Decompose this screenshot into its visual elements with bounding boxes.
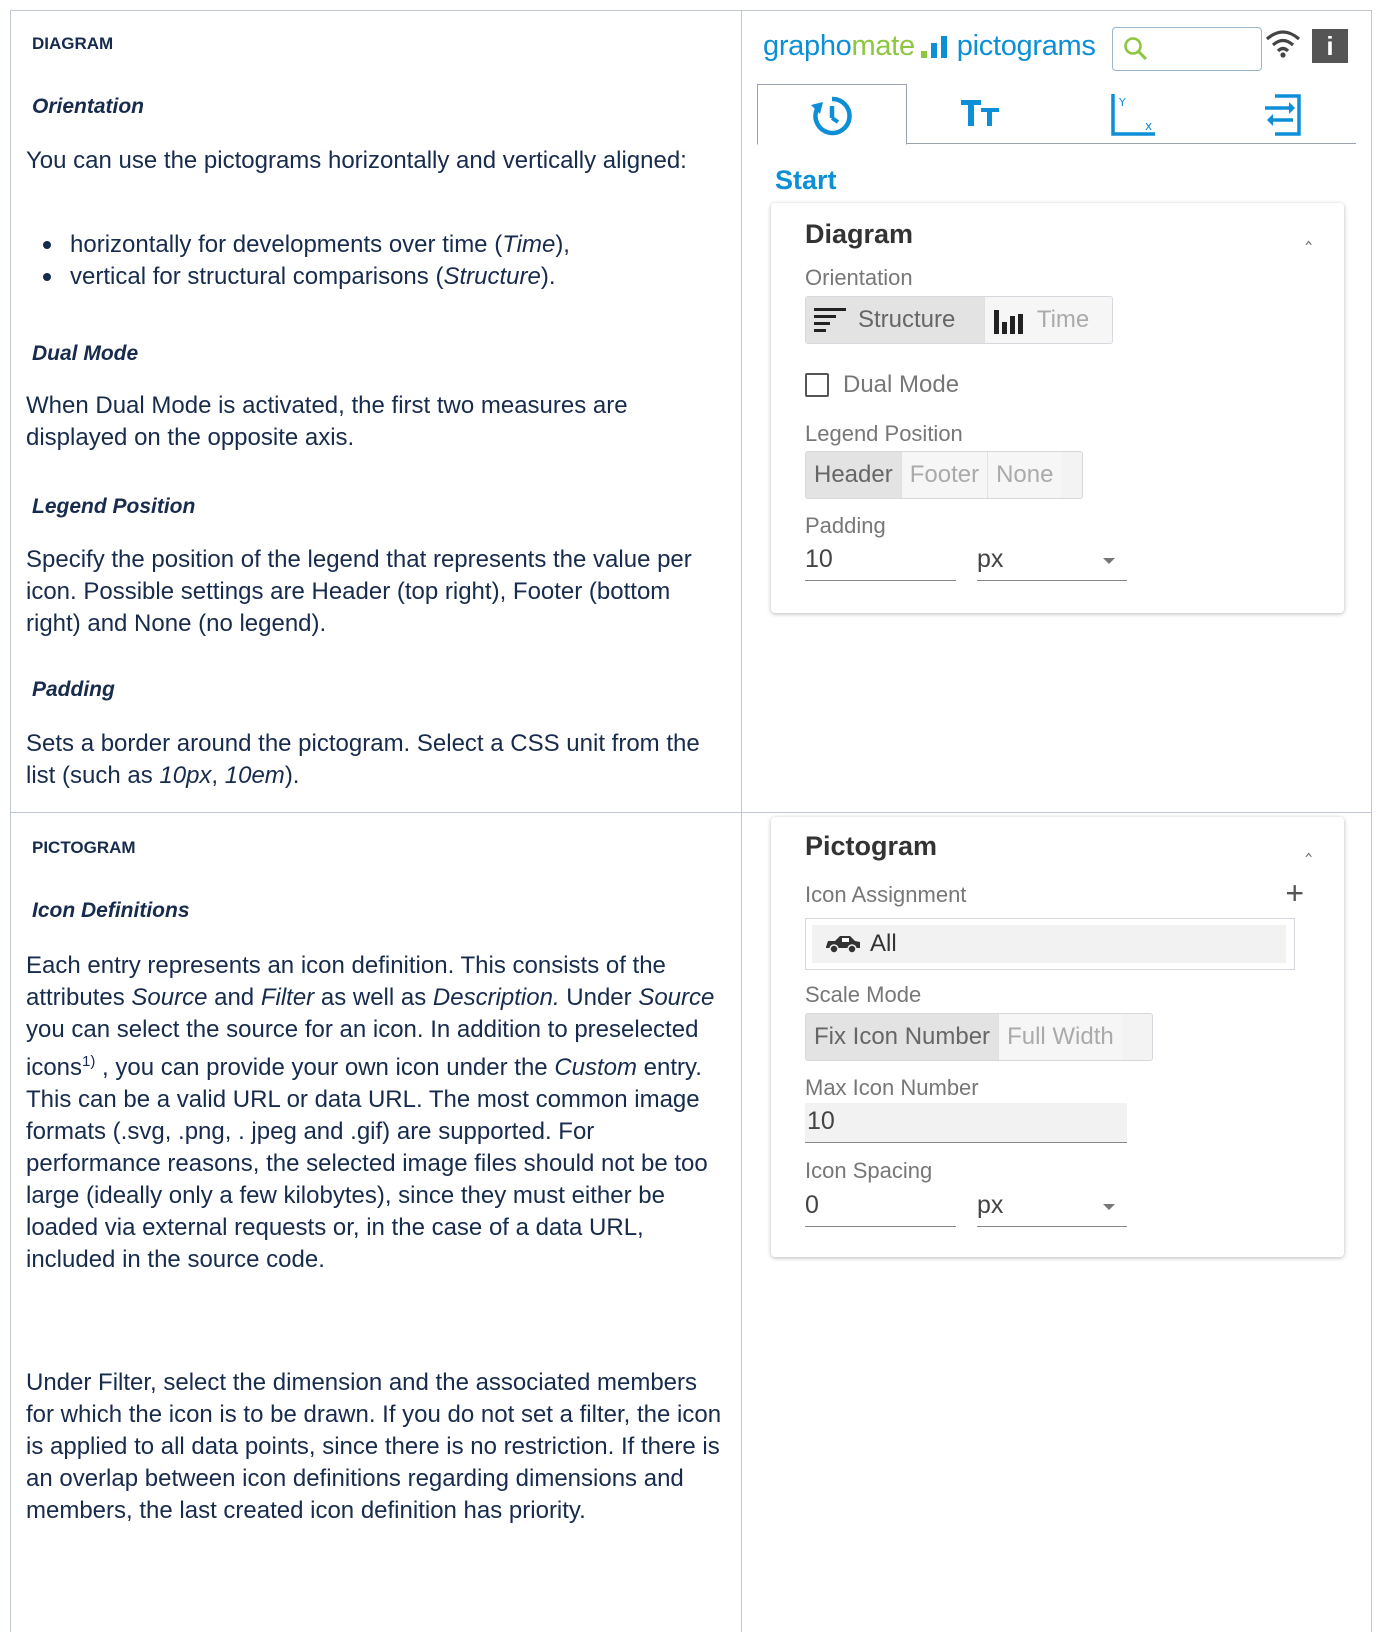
legend-position-label: Legend Position: [805, 421, 963, 446]
orientation-bullets: horizontally for developments over time …: [26, 229, 570, 293]
structure-icon: [814, 308, 846, 332]
legend-position-toggle: Header Footer None: [805, 451, 1083, 499]
checkbox-icon[interactable]: [805, 373, 829, 397]
section-start-title: Start: [775, 165, 837, 195]
icon-assignment-label: Icon Assignment: [805, 882, 967, 907]
search-input[interactable]: [1112, 27, 1262, 71]
axis-icon: Y x: [1111, 94, 1155, 136]
scale-mode-label: Scale Mode: [805, 982, 922, 1007]
legend-position-text: Specify the position of the legend that …: [26, 546, 692, 637]
padding-input[interactable]: 10: [805, 541, 956, 581]
legend-header-button[interactable]: Header: [806, 452, 902, 498]
bullet-structure: vertical for structural comparisons (Str…: [26, 261, 570, 293]
tab-axis[interactable]: Y x: [1057, 84, 1207, 144]
scale-fix-icon-number-button[interactable]: Fix Icon Number: [806, 1014, 1000, 1060]
orientation-time-button[interactable]: Time: [984, 297, 1112, 343]
svg-text:Y: Y: [1118, 96, 1126, 109]
diagram-doc-section: DIAGRAM Orientation You can use the pict…: [26, 0, 726, 810]
diagram-card-title: Diagram: [805, 219, 914, 249]
dual-mode-checkbox[interactable]: Dual Mode: [805, 371, 959, 399]
search-icon: [1124, 37, 1148, 61]
max-icon-number-input[interactable]: 10: [805, 1103, 1127, 1143]
heading-legend-position: Legend Position: [32, 495, 196, 518]
swap-icon: [1265, 94, 1301, 136]
pictogram-card-title: Pictogram: [805, 831, 938, 861]
section-title-pictogram: PICTOGRAM: [32, 838, 136, 857]
tab-text[interactable]: [907, 84, 1057, 144]
orientation-toggle: Structure Time: [805, 296, 1113, 344]
table-right-border: [1371, 10, 1372, 1632]
power-start-icon: [811, 96, 852, 136]
icon-spacing-unit-select[interactable]: px: [977, 1187, 1127, 1227]
heading-padding: Padding: [32, 678, 115, 701]
padding-unit-select[interactable]: px: [977, 541, 1127, 581]
row-divider: [10, 812, 1372, 813]
dropdown-arrow-icon: [1103, 1204, 1115, 1210]
panel-tabs: Y x: [757, 84, 1357, 145]
diagram-card: Diagram ‸ Orientation Structure Time Dua…: [771, 203, 1344, 613]
dropdown-arrow-icon: [1103, 558, 1115, 564]
time-bars-icon: [993, 310, 1023, 334]
orientation-text: You can use the pictograms horizontally …: [26, 147, 687, 174]
icon-spacing-input[interactable]: 0: [805, 1187, 956, 1227]
icon-assignment-list: All: [805, 918, 1295, 970]
scale-full-width-button[interactable]: Full Width: [999, 1014, 1122, 1060]
tab-start[interactable]: [757, 84, 907, 145]
orientation-label: Orientation: [805, 265, 913, 290]
add-icon-button[interactable]: +: [1285, 875, 1304, 912]
info-icon[interactable]: i: [1312, 29, 1348, 63]
max-icon-number-label: Max Icon Number: [805, 1075, 979, 1100]
filter-text: Under Filter, select the dimension and t…: [26, 1369, 722, 1524]
text-size-icon: [961, 100, 999, 126]
collapse-chevron-icon[interactable]: ‸: [1305, 833, 1312, 858]
pictogram-card: Pictogram ‸ Icon Assignment + All Scale …: [771, 817, 1344, 1257]
heading-dual-mode: Dual Mode: [32, 342, 139, 365]
tab-data[interactable]: [1207, 84, 1357, 144]
dual-mode-text: When Dual Mode is activated, the first t…: [26, 392, 628, 451]
icon-spacing-label: Icon Spacing: [805, 1158, 933, 1183]
heading-icon-definitions: Icon Definitions: [32, 899, 190, 922]
footnote-ref[interactable]: 1): [82, 1053, 95, 1070]
orientation-structure-button[interactable]: Structure: [806, 297, 985, 343]
padding-label: Padding: [805, 513, 886, 538]
brand-logo: graphomate pictograms: [763, 30, 1096, 62]
icon-definitions-text: Each entry represents an icon definition…: [26, 952, 715, 1273]
padding-text: Sets a border around the pictogram. Sele…: [26, 730, 700, 789]
collapse-chevron-icon[interactable]: ‸: [1305, 221, 1312, 246]
legend-footer-button[interactable]: Footer: [901, 452, 989, 498]
wifi-icon[interactable]: [1265, 28, 1301, 60]
bullet-time: horizontally for developments over time …: [26, 229, 570, 261]
column-divider: [741, 10, 742, 1632]
car-icon: [826, 936, 860, 954]
legend-none-button[interactable]: None: [988, 452, 1062, 498]
svg-text:x: x: [1145, 119, 1152, 133]
scale-mode-toggle: Fix Icon Number Full Width: [805, 1013, 1153, 1061]
bar-chart-icon: [919, 36, 953, 59]
heading-orientation: Orientation: [32, 95, 145, 118]
icon-assignment-item[interactable]: All: [812, 925, 1286, 963]
section-title-diagram: DIAGRAM: [32, 34, 114, 53]
